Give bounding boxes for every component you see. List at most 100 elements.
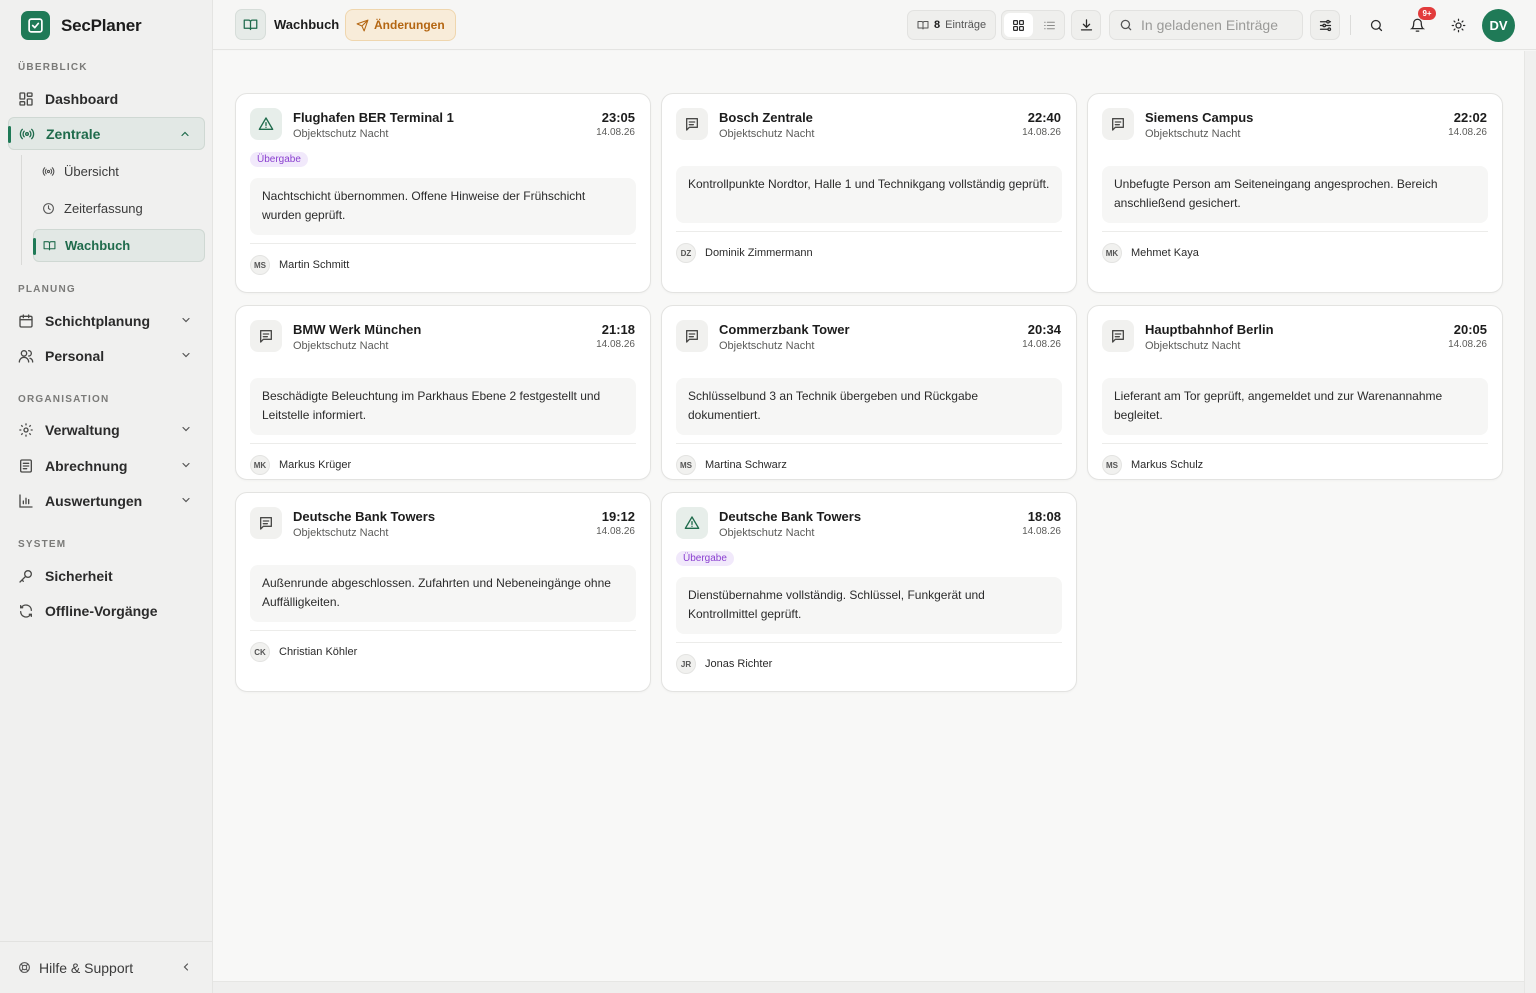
- author-name: Markus Schulz: [1131, 459, 1204, 471]
- key-icon: [18, 568, 34, 584]
- message-icon: [1102, 108, 1134, 140]
- sidebar-item-label: Offline-Vorgänge: [45, 602, 158, 619]
- logbook-entry-card[interactable]: Hauptbahnhof Berlin Objektschutz Nacht 20:…: [1087, 305, 1503, 480]
- card-divider: [676, 642, 1062, 643]
- submenu-line: [21, 155, 22, 265]
- clock-icon: [42, 202, 55, 215]
- chevron-down-icon[interactable]: [180, 423, 192, 435]
- handover-tag: Übergabe: [250, 152, 308, 167]
- search-button[interactable]: [1361, 10, 1391, 40]
- card-note: Dienstübernahme vollständig. Schlüssel, …: [676, 577, 1062, 634]
- card-site-name: BMW Werk München: [293, 322, 422, 337]
- card-divider: [250, 243, 636, 244]
- brand[interactable]: SecPlaner: [21, 11, 142, 40]
- sidebar: SecPlaner ÜBERBLICK Dashboard Zentrale Ü…: [0, 0, 213, 993]
- sidebar-item-label: Abrechnung: [45, 457, 128, 474]
- author-initials-avatar: MK: [1102, 243, 1122, 263]
- card-date: 14.08.26: [1022, 339, 1061, 350]
- sidebar-item-schichtplanung[interactable]: Schichtplanung: [8, 304, 205, 337]
- topbar: Wachbuch Änderungen 8 Einträge In gelade…: [213, 0, 1536, 50]
- book-open-icon: [235, 9, 266, 40]
- section-title-system: SYSTEM: [18, 539, 67, 550]
- sliders-icon: [1318, 18, 1333, 33]
- filter-button[interactable]: [1310, 10, 1340, 40]
- sidebar-item-offline[interactable]: Offline-Vorgänge: [8, 594, 205, 627]
- author-name: Dominik Zimmermann: [705, 247, 813, 259]
- chevron-left-icon[interactable]: [180, 961, 192, 973]
- chevron-up-icon[interactable]: [179, 128, 191, 140]
- chevron-down-icon[interactable]: [180, 349, 192, 361]
- user-avatar[interactable]: DV: [1482, 9, 1515, 42]
- sidebar-item-personal[interactable]: Personal: [8, 339, 205, 372]
- chevron-down-icon[interactable]: [180, 494, 192, 506]
- book-open-icon: [917, 19, 929, 31]
- logbook-entry-card[interactable]: Deutsche Bank Towers Objektschutz Nacht 18…: [661, 492, 1077, 692]
- sidebar-item-label: Auswertungen: [45, 492, 143, 509]
- logbook-entry-card[interactable]: Siemens Campus Objektschutz Nacht 22:02 14.…: [1087, 93, 1503, 293]
- author-name: Jonas Richter: [705, 658, 773, 670]
- grid-view-icon[interactable]: [1004, 13, 1033, 37]
- card-date: 14.08.26: [1448, 127, 1487, 138]
- horizontal-scrollbar[interactable]: [213, 981, 1524, 993]
- sidebar-item-auswertungen[interactable]: Auswertungen: [8, 484, 205, 517]
- calendar-icon: [18, 313, 34, 329]
- search-input[interactable]: [1141, 17, 1291, 33]
- logbook-entry-card[interactable]: Bosch Zentrale Objektschutz Nacht 22:40 14.…: [661, 93, 1077, 293]
- sidebar-item-verwaltung[interactable]: Verwaltung: [8, 413, 205, 446]
- warning-triangle-icon: [250, 108, 282, 140]
- sidebar-item-dashboard[interactable]: Dashboard: [8, 82, 205, 115]
- sidebar-subitem-zeiterfassung[interactable]: Zeiterfassung: [33, 192, 205, 225]
- card-date: 14.08.26: [596, 339, 635, 350]
- card-site-name: Bosch Zentrale: [719, 110, 813, 125]
- logbook-entry-card[interactable]: Deutsche Bank Towers Objektschutz Nacht 19…: [235, 492, 651, 692]
- sidebar-subitem-label: Übersicht: [64, 164, 119, 179]
- entries-count: 8: [934, 19, 941, 31]
- chevron-down-icon[interactable]: [180, 314, 192, 326]
- card-divider: [676, 443, 1062, 444]
- logbook-entry-card[interactable]: BMW Werk München Objektschutz Nacht 21:18 1…: [235, 305, 651, 480]
- card-shift: Objektschutz Nacht: [1145, 128, 1241, 140]
- sidebar-item-label: Schichtplanung: [45, 312, 150, 329]
- card-site-name: Hauptbahnhof Berlin: [1145, 322, 1274, 337]
- sidebar-item-zentrale[interactable]: Zentrale: [8, 117, 205, 150]
- section-title-planning: PLANUNG: [18, 284, 76, 295]
- receipt-icon: [18, 458, 34, 474]
- sidebar-subitem-wachbuch[interactable]: Wachbuch: [33, 229, 205, 262]
- notifications-button[interactable]: 9+: [1402, 7, 1436, 40]
- changes-button[interactable]: Änderungen: [345, 9, 456, 41]
- author-initials-avatar: MK: [250, 455, 270, 475]
- chevron-down-icon[interactable]: [180, 459, 192, 471]
- radio-broadcast-icon: [42, 165, 55, 178]
- help-support-link[interactable]: Hilfe & Support: [0, 941, 212, 993]
- sidebar-item-sicherheit[interactable]: Sicherheit: [8, 559, 205, 592]
- card-date: 14.08.26: [596, 526, 635, 537]
- sidebar-item-label: Dashboard: [45, 90, 119, 107]
- search-field[interactable]: [1109, 10, 1303, 40]
- section-title-overview: ÜBERBLICK: [18, 62, 88, 73]
- entries-label: Einträge: [945, 19, 987, 31]
- theme-toggle-button[interactable]: [1443, 10, 1473, 40]
- sidebar-subitem-uebersicht[interactable]: Übersicht: [33, 155, 205, 188]
- author-initials-avatar: DZ: [676, 243, 696, 263]
- warning-triangle-icon: [676, 507, 708, 539]
- entries-counter: 8 Einträge: [907, 10, 997, 40]
- logbook-entry-card[interactable]: Flughafen BER Terminal 1 Objektschutz Nac…: [235, 93, 651, 293]
- card-shift: Objektschutz Nacht: [293, 340, 389, 352]
- sidebar-item-abrechnung[interactable]: Abrechnung: [8, 449, 205, 482]
- card-site-name: Siemens Campus: [1145, 110, 1254, 125]
- card-note: Außenrunde abgeschlossen. Zufahrten und …: [250, 565, 636, 622]
- card-time: 22:40: [1027, 110, 1061, 125]
- radio-broadcast-icon: [19, 126, 35, 142]
- search-icon: [1369, 18, 1384, 33]
- list-view-icon[interactable]: [1035, 11, 1064, 39]
- card-date: 14.08.26: [1448, 339, 1487, 350]
- logbook-entry-card[interactable]: Commerzbank Tower Objektschutz Nacht 20:34…: [661, 305, 1077, 480]
- sidebar-subitem-label: Zeiterfassung: [64, 201, 143, 216]
- vertical-scrollbar[interactable]: [1524, 51, 1536, 993]
- handover-tag: Übergabe: [676, 551, 734, 566]
- download-button[interactable]: [1071, 10, 1101, 40]
- card-time: 19:12: [601, 509, 635, 524]
- card-note: Nachtschicht übernommen. Offene Hinweise…: [250, 178, 636, 235]
- card-author: MS Martina Schwarz: [676, 455, 787, 475]
- bar-chart-icon: [18, 493, 34, 509]
